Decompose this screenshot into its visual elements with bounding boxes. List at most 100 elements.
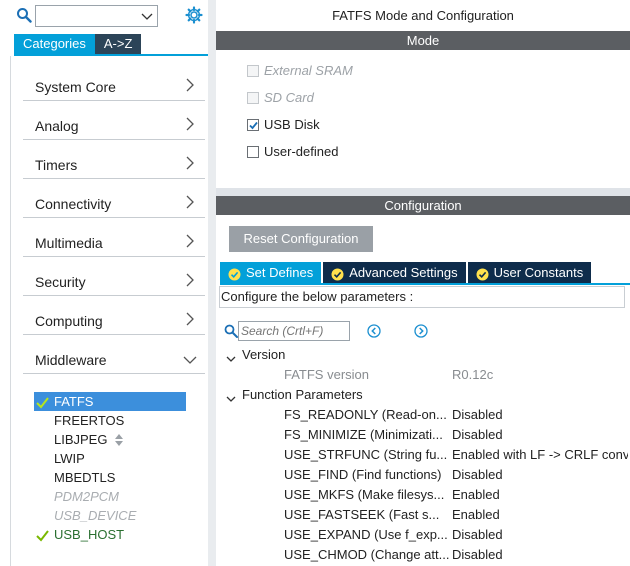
check-circle-icon [228,266,241,281]
parameter-row[interactable]: USE_CHMOD (Change att... Disabled [216,545,630,565]
chevron-down-icon [183,353,197,364]
next-match-icon[interactable] [414,324,428,338]
middleware-label: MBEDTLS [54,470,116,485]
parameter-row[interactable]: USE_FASTSEEK (Fast s... Enabled [216,505,630,525]
reset-configuration-button[interactable]: Reset Configuration [229,226,373,252]
parameter-value[interactable]: Disabled [452,405,628,425]
category-computing[interactable]: Computing [23,296,205,335]
middleware-item-mbedtls[interactable]: MBEDTLS [34,468,186,487]
category-label: Timers [35,157,78,173]
group-label: Version [242,347,286,362]
right-panel: FATFS Mode and Configuration Mode Extern… [216,0,630,566]
category-multimedia[interactable]: Multimedia [23,218,205,257]
tab-set-defines[interactable]: Set Defines [220,262,322,283]
tab-user-constants[interactable]: User Constants [467,262,592,283]
middleware-item-usb-device[interactable]: USB_DEVICE [34,506,186,525]
middleware-item-lwip[interactable]: LWIP [34,449,186,468]
checkbox[interactable] [247,119,259,131]
previous-match-icon[interactable] [367,324,381,338]
category-search-input[interactable] [36,6,136,26]
mode-option-label: User-defined [264,144,339,159]
category-connectivity[interactable]: Connectivity [23,179,205,218]
check-icon [36,528,49,542]
mode-option-user-defined[interactable]: User-defined [247,144,338,160]
parameter-value[interactable]: Disabled [452,425,628,445]
group-version[interactable]: Version [216,345,630,365]
parameter-value[interactable]: Disabled [452,545,628,565]
checkbox[interactable] [247,92,259,104]
middleware-label: PDM2PCM [54,489,120,504]
configure-hint: Configure the below parameters : [219,286,625,308]
parameter-value[interactable]: Disabled [452,525,628,545]
middleware-item-libjpeg[interactable]: LIBJPEG [34,430,186,449]
category-search-combo[interactable] [35,5,158,27]
category-label: Middleware [35,352,107,368]
search-icon [16,7,32,23]
chevron-right-icon [185,195,195,209]
checkbox[interactable] [247,65,259,77]
parameter-name: USE_MKFS (Make filesys... [284,487,445,502]
panel-splitter[interactable] [208,0,216,566]
mode-option-external-sram[interactable]: External SRAM [247,63,353,79]
category-label: Analog [35,118,79,134]
parameter-search-box[interactable] [238,321,350,341]
mode-option-usb-disk[interactable]: USB Disk [247,117,320,133]
parameter-row[interactable]: USE_EXPAND (Use f_exp... Disabled [216,525,630,545]
category-system-core[interactable]: System Core [23,62,205,101]
check-circle-icon [476,266,489,281]
parameter-row[interactable]: FATFS version R0.12c [216,365,630,385]
middleware-item-usb-host[interactable]: USB_HOST [34,525,186,544]
tab-advanced-settings[interactable]: Advanced Settings [323,262,466,283]
parameter-value[interactable]: Enabled [452,485,628,505]
category-analog[interactable]: Analog [23,101,205,140]
middleware-label: USB_DEVICE [54,508,137,523]
parameter-row[interactable]: FS_READONLY (Read-on... Disabled [216,405,630,425]
middleware-label: LIBJPEG [54,432,108,447]
mode-option-label: USB Disk [264,117,320,132]
checkbox[interactable] [247,146,259,158]
mode-section: External SRAM SD Card USB Disk User-defi… [216,50,630,188]
middleware-item-fatfs[interactable]: FATFS [34,392,186,411]
parameter-value[interactable]: Enabled with LF -> CRLF conv [452,445,628,465]
parameter-row[interactable]: USE_STRFUNC (String fu... Enabled with L… [216,445,630,465]
parameter-row[interactable]: FS_MINIMIZE (Minimizati... Disabled [216,425,630,445]
middleware-item-pdm2pcm[interactable]: PDM2PCM [34,487,186,506]
parameter-tree: Version FATFS version R0.12c Function Pa… [216,345,630,565]
chevron-down-icon[interactable] [226,390,236,402]
chevron-down-icon[interactable] [141,10,153,22]
parameter-name: USE_STRFUNC (String fu... [284,447,448,462]
parameter-name: FS_READONLY (Read-on... [284,407,447,422]
parameter-row[interactable]: USE_MKFS (Make filesys... Enabled [216,485,630,505]
category-middleware[interactable]: Middleware [23,335,205,374]
chevron-right-icon [185,234,195,248]
configuration-tab-bar: Set Defines Advanced Settings User Const… [220,262,593,283]
middleware-label: FREERTOS [54,413,125,428]
parameter-name: FATFS version [284,367,370,382]
parameter-row[interactable]: USE_FIND (Find functions) Disabled [216,465,630,485]
chevron-right-icon [185,117,195,131]
mode-option-sd-card[interactable]: SD Card [247,90,314,106]
chevron-right-icon [185,78,195,92]
middleware-item-freertos[interactable]: FREERTOS [34,411,186,430]
tab-label: User Constants [493,265,584,280]
category-label: Connectivity [35,196,112,212]
gear-icon[interactable] [185,6,203,24]
tab-a-to-z[interactable]: A->Z [94,34,142,54]
tab-categories[interactable]: Categories [14,34,95,54]
parameter-value: R0.12c [452,367,494,382]
search-icon [224,324,238,338]
page-title: FATFS Mode and Configuration [216,0,630,31]
parameter-value[interactable]: Disabled [452,465,628,485]
category-security[interactable]: Security [23,257,205,296]
group-function-parameters[interactable]: Function Parameters [216,385,630,405]
category-timers[interactable]: Timers [23,140,205,179]
chevron-right-icon [185,312,195,326]
parameter-value[interactable]: Enabled [452,505,628,525]
mode-option-label: External SRAM [264,63,353,78]
parameter-name: USE_FIND (Find functions) [284,467,442,482]
parameter-search-input[interactable] [239,322,347,340]
parameter-name: USE_CHMOD (Change att... [284,547,450,562]
chevron-down-icon[interactable] [226,350,236,362]
parameter-name: USE_FASTSEEK (Fast s... [284,507,440,522]
middleware-label: USB_HOST [54,527,125,542]
